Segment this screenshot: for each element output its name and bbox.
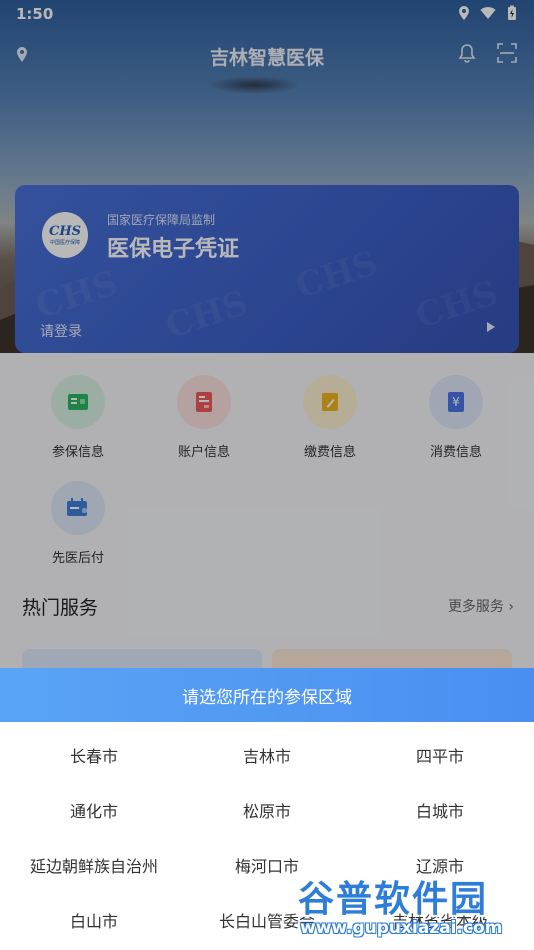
city-option[interactable]: 通化市 [5, 798, 183, 822]
city-option[interactable]: 白山市 [5, 908, 183, 932]
region-picker-title: 请选您所在的参保区域 [0, 668, 534, 722]
site-watermark: 谷普软件园 www.gupuxiazai.com [292, 866, 530, 946]
watermark-brand: 谷普软件园 [298, 879, 489, 920]
watermark-url: www.gupuxiazai.com [300, 918, 503, 938]
city-option[interactable]: 延边朝鲜族自治州 [5, 853, 183, 877]
city-option[interactable]: 长春市 [5, 743, 183, 767]
city-option[interactable]: 四平市 [351, 743, 529, 767]
city-option[interactable]: 白城市 [351, 798, 529, 822]
city-option[interactable]: 吉林市 [178, 743, 356, 767]
city-option[interactable]: 松原市 [178, 798, 356, 822]
